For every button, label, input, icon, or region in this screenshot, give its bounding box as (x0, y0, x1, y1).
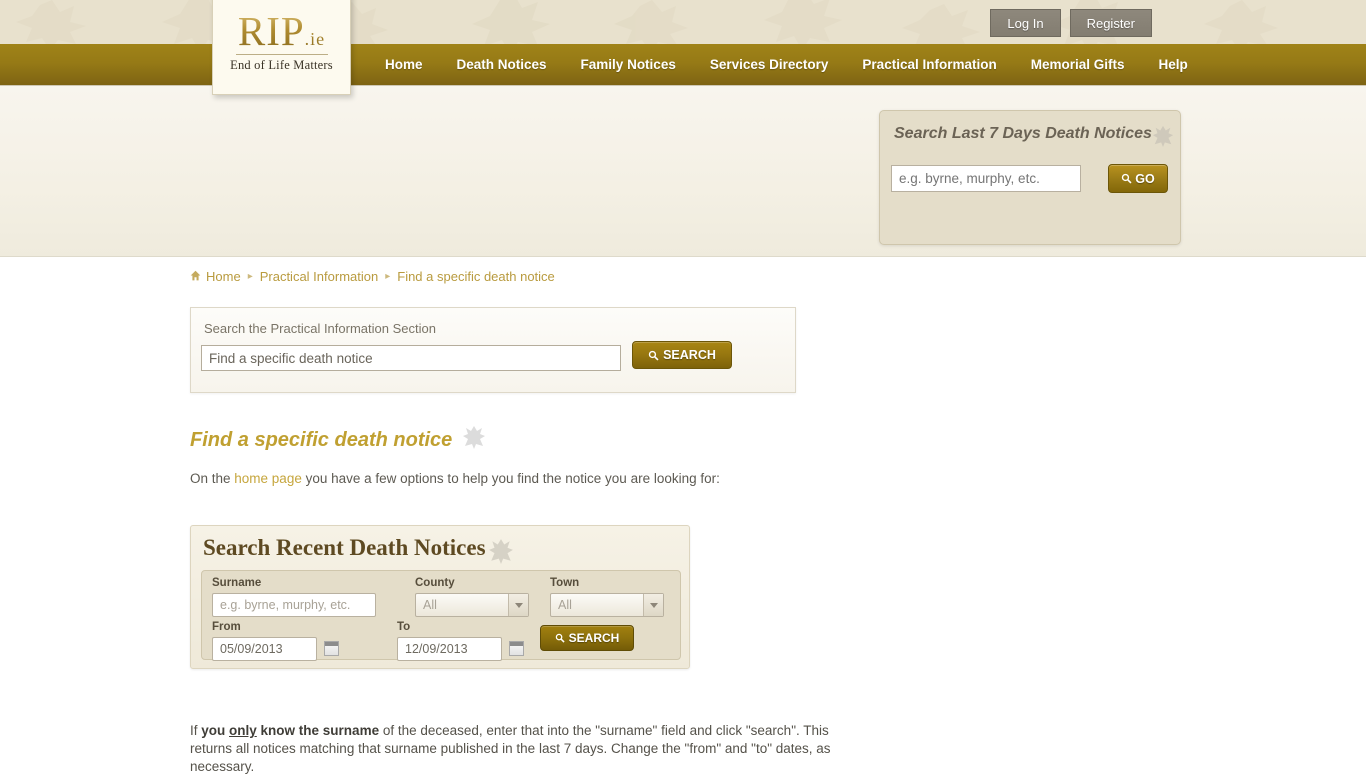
instructions-prefix: If (190, 723, 202, 738)
widget-form: Surname e.g. byrne, murphy, etc. County … (201, 570, 681, 661)
widget-town-label: Town (550, 577, 580, 589)
search-recent-death-notices-widget: Search Recent Death Notices Surname e.g.… (190, 525, 690, 669)
main-navigation-bar: Home Death Notices Family Notices Servic… (0, 44, 1366, 86)
logo-tld-text: .ie (304, 29, 326, 49)
nav-item-practical-information[interactable]: Practical Information (845, 44, 1013, 86)
home-page-link[interactable]: home page (234, 471, 302, 486)
widget-surname-input[interactable]: e.g. byrne, murphy, etc. (212, 593, 376, 617)
leaf-icon (488, 538, 514, 569)
page-title: Find a specific death notice (190, 425, 486, 455)
widget-town-value: All (558, 598, 572, 612)
logo-wordmark: RIP.ie (238, 11, 325, 52)
nav-item-help[interactable]: Help (1142, 44, 1205, 86)
nav-item-family-notices[interactable]: Family Notices (564, 44, 693, 86)
instructions-bold-a: you (201, 723, 230, 738)
site-logo[interactable]: RIP.ie End of Life Matters (212, 0, 351, 95)
breadcrumb-item-practical-information[interactable]: Practical Information (260, 269, 379, 284)
register-button[interactable]: Register (1069, 9, 1152, 37)
search-icon (555, 633, 565, 643)
breadcrumb-separator-icon: ▸ (247, 271, 253, 282)
logo-rip-text: RIP (237, 8, 305, 54)
breadcrumb-item-current: Find a specific death notice (397, 269, 555, 284)
widget-county-select[interactable]: All (415, 593, 529, 617)
nav-item-services-directory[interactable]: Services Directory (693, 44, 846, 86)
quick-search-go-label: GO (1135, 171, 1155, 186)
nav-item-home[interactable]: Home (368, 44, 440, 86)
leaf-watermark-pattern (16, 0, 1278, 44)
section-search-button[interactable]: SEARCH (632, 341, 732, 369)
auth-buttons-container: Log In Register (990, 9, 1152, 37)
instructions-underline: only (229, 723, 257, 738)
quick-search-input[interactable] (891, 165, 1081, 192)
widget-to-label: To (397, 621, 411, 633)
widget-county-label: County (415, 577, 455, 589)
widget-town-select[interactable]: All (550, 593, 664, 617)
logo-tagline: End of Life Matters (230, 58, 333, 72)
breadcrumb: Home ▸ Practical Information ▸ Find a sp… (190, 269, 555, 284)
quick-search-panel: Search Last 7 Days Death Notices GO (879, 110, 1181, 245)
nav-item-memorial-gifts[interactable]: Memorial Gifts (1014, 44, 1142, 86)
intro-paragraph: On the home page you have a few options … (190, 471, 720, 486)
logo-divider (235, 54, 328, 55)
home-icon (190, 269, 201, 284)
widget-search-label: SEARCH (568, 631, 620, 645)
login-button[interactable]: Log In (990, 9, 1061, 37)
widget-surname-label: Surname (212, 577, 262, 589)
leaf-icon (1152, 125, 1174, 152)
widget-county-value: All (423, 598, 437, 612)
search-icon (648, 350, 659, 361)
widget-from-input[interactable]: 05/09/2013 (212, 637, 317, 661)
breadcrumb-item-home[interactable]: Home (206, 269, 241, 284)
widget-from-label: From (212, 621, 241, 633)
section-search-label: Search the Practical Information Section (204, 321, 436, 336)
search-icon (1122, 173, 1132, 184)
page-title-text: Find a specific death notice (190, 428, 453, 451)
header-background-band (0, 0, 1366, 44)
breadcrumb-separator-icon: ▸ (385, 271, 391, 282)
calendar-icon[interactable] (509, 641, 524, 656)
intro-text-before: On the (190, 471, 235, 486)
widget-title: Search Recent Death Notices (203, 535, 486, 560)
section-search-panel: Search the Practical Information Section… (190, 307, 796, 393)
widget-search-button[interactable]: SEARCH (540, 625, 634, 651)
chevron-down-icon (508, 594, 528, 616)
intro-text-after: you have a few options to help you find … (301, 471, 720, 486)
leaf-icon (462, 425, 486, 455)
section-search-input[interactable] (201, 345, 621, 371)
quick-search-go-button[interactable]: GO (1108, 164, 1168, 193)
widget-to-input[interactable]: 12/09/2013 (397, 637, 502, 661)
chevron-down-icon (643, 594, 663, 616)
quick-search-title: Search Last 7 Days Death Notices (894, 125, 1152, 142)
calendar-icon[interactable] (324, 641, 339, 656)
instructions-bold-b: know the surname (256, 723, 380, 738)
nav-item-death-notices[interactable]: Death Notices (440, 44, 564, 86)
nav-items-container: Home Death Notices Family Notices Servic… (368, 44, 1205, 86)
section-search-button-label: SEARCH (663, 348, 716, 362)
